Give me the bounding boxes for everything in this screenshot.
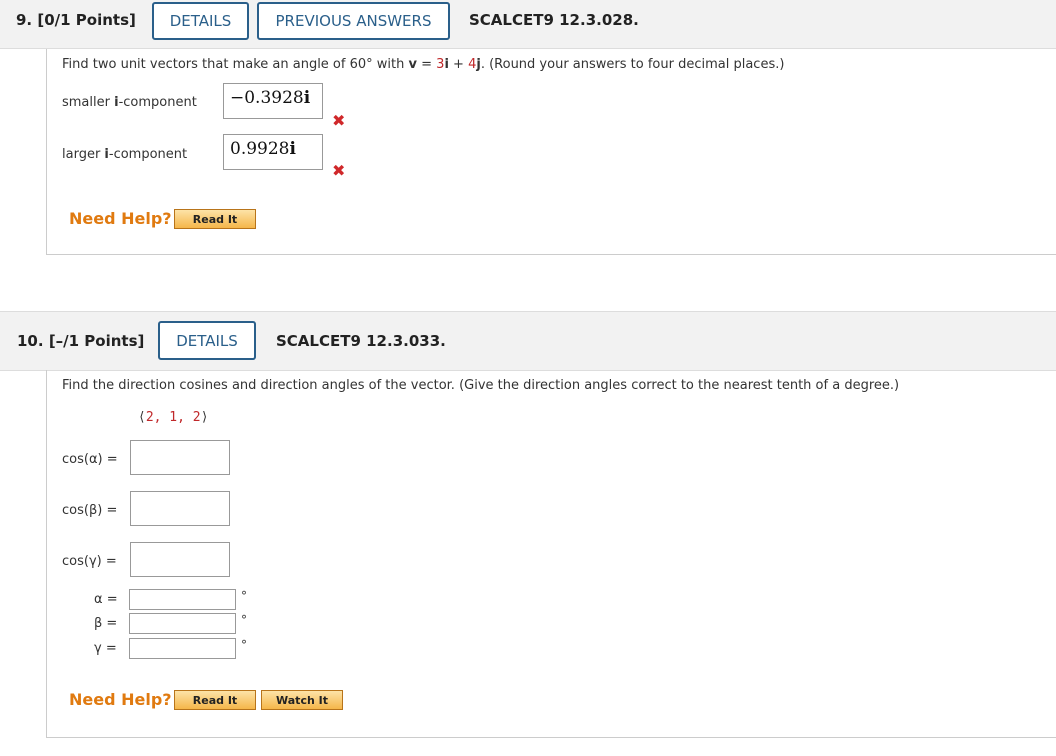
q10-details-button[interactable]: DETAILS (158, 321, 256, 360)
cos-alpha-label: cos(α) = (62, 452, 118, 467)
smaller-component-answer[interactable]: −0.3928i (223, 83, 323, 119)
vector-components: 2, 1, 2 (145, 410, 201, 425)
larger-component-label: larger i-component (62, 147, 187, 162)
vector-close-bracket: ⟩ (200, 410, 209, 425)
q10-read-it-button[interactable]: Read It (174, 690, 256, 710)
larger-unit-i: i (289, 139, 296, 159)
q10-prompt: Find the direction cosines and direction… (62, 378, 900, 393)
vector-v: v (408, 57, 417, 72)
q9-prompt-instruction: . (Round your answers to four decimal pl… (480, 57, 785, 72)
plus-sign: + (448, 57, 469, 72)
gamma-input[interactable] (129, 638, 236, 659)
smaller-value: −0.3928 (230, 88, 304, 108)
beta-input[interactable] (129, 613, 236, 634)
cos-alpha-input[interactable] (130, 440, 230, 475)
degree-symbol: ° (241, 613, 247, 627)
q9-read-it-button[interactable]: Read It (174, 209, 256, 229)
incorrect-icon: ✖ (332, 161, 346, 180)
larger-value: 0.9928 (230, 139, 290, 159)
q9-number: 9. (16, 11, 33, 29)
q9-reference: SCALCET9 12.3.028. (469, 11, 639, 29)
q10-need-help: Need Help? (69, 690, 172, 709)
alpha-label: α = (94, 592, 118, 607)
q9-details-button[interactable]: DETAILS (152, 2, 249, 40)
vector-open-bracket: ⟨ (138, 410, 146, 425)
smaller-label-pre: smaller (62, 95, 115, 110)
larger-label-pre: larger (62, 147, 105, 162)
incorrect-icon: ✖ (332, 111, 346, 130)
larger-label-post: -component (108, 147, 188, 162)
q10-number: 10. (17, 332, 44, 350)
q9-prompt-text: Find two unit vectors that make an angle… (62, 57, 409, 72)
q9-points: [0/1 Points] (37, 11, 136, 29)
cos-beta-label: cos(β) = (62, 503, 118, 518)
q9-prompt: Find two unit vectors that make an angle… (62, 57, 784, 72)
degree-symbol: ° (241, 638, 247, 652)
equals-sign: = (416, 57, 437, 72)
smaller-label-post: -component (118, 95, 197, 110)
vector-2-1-2: ⟨2, 1, 2⟩ (138, 410, 208, 425)
q10-points: [–/1 Points] (48, 332, 145, 350)
beta-label: β = (94, 616, 118, 631)
q9-number-points: 9. [0/1 Points] (16, 11, 136, 29)
cos-gamma-input[interactable] (130, 542, 230, 577)
larger-component-answer[interactable]: 0.9928i (223, 134, 323, 170)
smaller-unit-i: i (303, 88, 311, 108)
q9-previous-answers-button[interactable]: PREVIOUS ANSWERS (257, 2, 450, 40)
cos-beta-input[interactable] (130, 491, 230, 526)
gamma-label: γ = (94, 641, 117, 656)
cos-gamma-label: cos(γ) = (62, 554, 117, 569)
smaller-component-label: smaller i-component (62, 95, 197, 110)
degree-symbol: ° (241, 589, 247, 603)
alpha-input[interactable] (129, 589, 236, 610)
q9-need-help: Need Help? (69, 209, 172, 228)
q10-number-points: 10. [–/1 Points] (17, 332, 144, 350)
q10-watch-it-button[interactable]: Watch It (261, 690, 343, 710)
q10-reference: SCALCET9 12.3.033. (276, 332, 446, 350)
